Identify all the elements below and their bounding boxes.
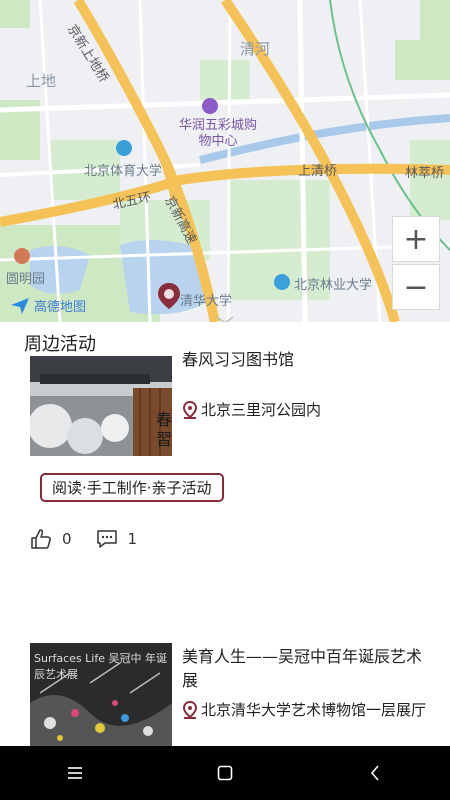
activity-location: 北京清华大学艺术博物馆一层展厅	[182, 698, 432, 722]
panel-drag-handle-icon[interactable]	[216, 316, 234, 322]
thumbnail-text: 春習	[156, 410, 172, 449]
back-icon	[370, 765, 379, 781]
activity-thumbnail[interactable]: 春習	[30, 356, 172, 456]
map-view[interactable]: 清河 上地 京新上地桥 华润五彩城购物中心 北京体育大学 上清桥 林萃桥 北五环…	[0, 0, 450, 322]
thumbnail-text: Surfaces Life 吴冠中 年诞辰艺术展	[34, 652, 167, 681]
map-label-bj-forestry-univ: 北京林业大学	[294, 278, 373, 293]
forestry-univ-poi-icon[interactable]	[274, 274, 290, 290]
map-label-yuanmingyuan: 圆明园	[6, 272, 46, 287]
map-base-layer	[0, 0, 450, 322]
menu-button[interactable]	[55, 753, 95, 793]
university-poi-icon[interactable]	[116, 140, 132, 156]
activity-title[interactable]: 春风习习图书馆	[182, 348, 432, 372]
zoom-out-button[interactable]: −	[392, 264, 440, 310]
activity-location-text: 北京清华大学艺术博物馆一层展厅	[201, 701, 427, 719]
system-nav-bar	[0, 746, 450, 800]
location-marker-icon[interactable]	[157, 282, 181, 310]
back-button[interactable]	[355, 753, 395, 793]
amap-arrow-icon	[11, 297, 29, 314]
map-label-qinghe: 清河	[240, 40, 271, 58]
home-button[interactable]	[205, 753, 245, 793]
mall-poi-icon[interactable]	[202, 98, 218, 114]
thumbnail-image	[30, 356, 172, 456]
activity-title[interactable]: 美育人生——吴冠中百年诞辰艺术展	[182, 645, 432, 693]
location-pin-icon	[182, 701, 198, 719]
map-label-shangqing-bridge: 上清桥	[298, 164, 338, 179]
comment-icon[interactable]	[96, 529, 118, 549]
map-label-tsinghua: 清华大学	[180, 294, 233, 309]
activity-location: 北京三里河公园内	[182, 398, 432, 422]
amap-logo: 高德地图	[10, 296, 86, 315]
like-count: 0	[62, 530, 72, 548]
map-label-bj-sport-univ: 北京体育大学	[84, 164, 163, 179]
activity-stats: 0 1	[30, 528, 161, 550]
map-label-shangdi: 上地	[26, 72, 57, 90]
section-title: 周边活动	[24, 334, 96, 355]
amap-logo-text: 高德地图	[34, 300, 87, 315]
zoom-in-button[interactable]: +	[392, 216, 440, 262]
map-label-huarun-mall: 华润五彩城购物中心	[178, 118, 257, 149]
activity-thumbnail[interactable]: Surfaces Life 吴冠中 年诞辰艺术展	[30, 643, 172, 746]
like-icon[interactable]	[30, 528, 52, 550]
park-poi-icon[interactable]	[14, 248, 30, 264]
activity-tag[interactable]: 阅读·手工制作·亲子活动	[40, 473, 224, 502]
location-pin-icon	[182, 401, 198, 419]
comment-count: 1	[127, 530, 138, 548]
map-label-lincui-bridge: 林萃桥	[405, 166, 445, 181]
activity-location-text: 北京三里河公园内	[201, 401, 322, 419]
menu-icon	[68, 767, 82, 779]
home-icon	[217, 765, 233, 781]
